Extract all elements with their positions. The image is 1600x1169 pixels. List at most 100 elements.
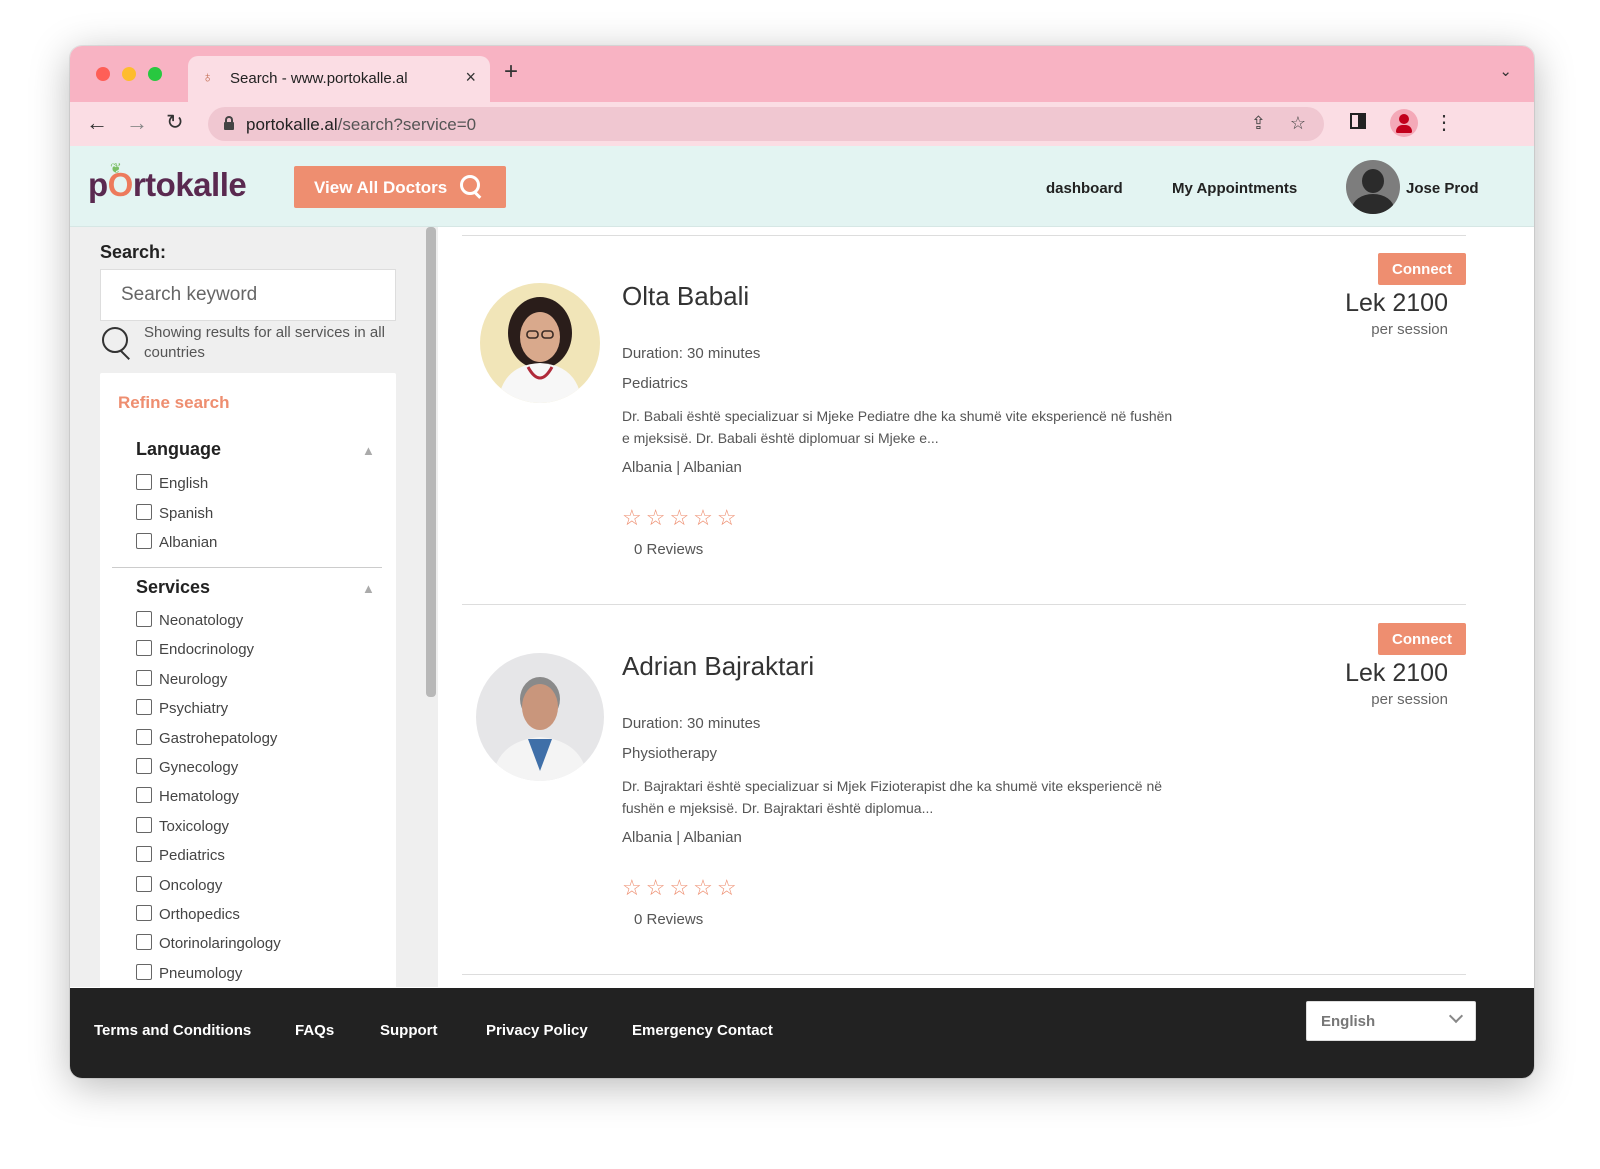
language-filter-title[interactable]: Language — [136, 439, 221, 460]
doctor-specialty: Physiotherapy — [622, 745, 718, 762]
doctor-name[interactable]: Olta Babali — [622, 281, 749, 312]
filter-divider — [112, 567, 382, 568]
share-icon[interactable]: ⇪ — [1251, 113, 1266, 134]
footer-link-terms[interactable]: Terms and Conditions — [94, 1022, 251, 1039]
checkbox[interactable] — [136, 934, 152, 951]
service-option[interactable]: Gynecology — [136, 758, 238, 782]
checkbox[interactable] — [136, 611, 152, 627]
minimize-window-button[interactable] — [122, 67, 136, 81]
tab-search-chevron-icon[interactable]: ⌄ — [1499, 62, 1512, 80]
refine-search-title: Refine search — [118, 393, 230, 412]
doctor-name[interactable]: Adrian Bajraktari — [622, 651, 814, 682]
chevron-down-icon — [1448, 1008, 1464, 1024]
service-option[interactable]: Psychiatry — [136, 699, 228, 723]
service-option[interactable]: Toxicology — [136, 816, 230, 841]
checkbox[interactable] — [136, 758, 152, 774]
reload-icon[interactable]: ↻ — [166, 110, 184, 136]
service-option[interactable]: Orthopedics — [136, 905, 240, 929]
checkbox[interactable] — [136, 474, 152, 490]
checkbox[interactable] — [136, 669, 152, 686]
language-option[interactable]: English — [136, 474, 208, 498]
footer-link-faqs[interactable]: FAQs — [295, 1022, 334, 1039]
language-select[interactable]: English — [1306, 1001, 1476, 1041]
checkbox[interactable] — [136, 905, 152, 921]
checkbox[interactable] — [136, 503, 152, 520]
back-arrow-icon[interactable]: ← — [86, 110, 108, 136]
reviews-count[interactable]: 0 Reviews — [634, 541, 703, 558]
reviews-count[interactable]: 0 Reviews — [634, 911, 703, 928]
service-option[interactable]: Gastrohepatology — [136, 728, 277, 753]
language-option[interactable]: Spanish — [136, 503, 213, 528]
connect-button[interactable]: Connect — [1378, 623, 1466, 655]
address-bar[interactable]: portokalle.al/search?service=0 ⇪ ☆ — [208, 107, 1324, 141]
user-name[interactable]: Jose Prod — [1406, 180, 1479, 197]
service-option-label: Neurology — [159, 670, 228, 688]
service-option-label: Hematology — [159, 788, 240, 806]
language-select-value: English — [1321, 1013, 1376, 1030]
service-option[interactable]: Pneumology — [136, 963, 242, 987]
language-option-label: English — [159, 475, 209, 492]
maximize-window-button[interactable] — [148, 67, 162, 81]
doctor-photo[interactable] — [480, 283, 600, 403]
close-window-button[interactable] — [96, 67, 110, 81]
magnifier-icon — [102, 327, 128, 353]
checkbox[interactable] — [136, 816, 152, 833]
close-tab-icon[interactable]: × — [465, 67, 476, 88]
browser-window: ♁ Search - www.portokalle.al × + ⌄ ← → ↻… — [70, 46, 1534, 1078]
user-avatar[interactable] — [1346, 160, 1400, 214]
service-option[interactable]: Oncology — [136, 875, 222, 900]
forward-arrow-icon[interactable]: → — [126, 110, 148, 136]
search-sidebar: Search: Showing results for all services… — [70, 227, 438, 987]
profile-icon[interactable] — [1390, 109, 1418, 137]
service-option[interactable]: Pediatrics — [136, 846, 225, 870]
checkbox[interactable] — [136, 787, 152, 804]
footer-link-support[interactable]: Support — [380, 1022, 438, 1039]
collapse-caret-icon[interactable]: ▲ — [362, 581, 375, 596]
rating-stars: ☆☆☆☆☆ — [622, 875, 741, 900]
service-option[interactable]: Hematology — [136, 787, 239, 811]
footer-link-emergency[interactable]: Emergency Contact — [632, 1022, 773, 1039]
language-option-label: Albanian — [159, 534, 218, 551]
doctor-duration: Duration: 30 minutes — [622, 715, 761, 732]
browser-tab[interactable]: ♁ Search - www.portokalle.al × — [188, 56, 490, 102]
checkbox[interactable] — [136, 533, 152, 549]
collapse-caret-icon[interactable]: ▲ — [362, 443, 375, 458]
doctor-price: Lek 2100 — [1345, 289, 1448, 317]
service-option[interactable]: Neurology — [136, 669, 228, 694]
checkbox[interactable] — [136, 846, 152, 863]
service-option[interactable]: Neonatology — [136, 611, 243, 635]
side-panel-icon[interactable] — [1350, 113, 1366, 129]
service-option-label: Otorinolaringology — [159, 935, 281, 953]
doctor-description: Dr. Babali është specializuar si Mjeke P… — [622, 408, 1173, 446]
doctor-photo[interactable] — [476, 653, 604, 781]
service-option[interactable]: Otorinolaringology — [136, 934, 281, 958]
checkbox[interactable] — [136, 728, 152, 745]
doctor-location: Albania | Albanian — [622, 829, 742, 846]
checkbox[interactable] — [136, 875, 152, 892]
service-option-label: Toxicology — [159, 817, 230, 835]
search-keyword-input[interactable] — [100, 269, 396, 321]
site-footer: Terms and Conditions FAQs Support Privac… — [70, 988, 1534, 1078]
results-summary: Showing results for all services in all … — [144, 324, 385, 361]
connect-button[interactable]: Connect — [1378, 253, 1466, 285]
view-all-doctors-button[interactable]: View All Doctors — [294, 166, 506, 208]
checkbox[interactable] — [136, 699, 152, 716]
checkbox[interactable] — [136, 963, 152, 980]
services-filter-title[interactable]: Services — [136, 577, 210, 598]
language-option[interactable]: Albanian — [136, 533, 217, 557]
favicon-icon: ♁ — [202, 69, 214, 86]
service-option-label: Gynecology — [159, 759, 239, 776]
nav-dashboard-link[interactable]: dashboard — [1046, 180, 1123, 197]
bookmark-star-icon[interactable]: ☆ — [1290, 113, 1306, 134]
checkbox[interactable] — [136, 640, 152, 657]
service-option[interactable]: Endocrinology — [136, 640, 254, 664]
search-icon — [460, 175, 480, 195]
browser-menu-icon[interactable]: ⋮ — [1434, 111, 1454, 135]
footer-link-privacy[interactable]: Privacy Policy — [486, 1022, 588, 1039]
tab-title: Search - www.portokalle.al — [230, 70, 408, 87]
sidebar-scrollbar[interactable] — [426, 227, 436, 697]
url-text: portokalle.al/search?service=0 — [246, 115, 477, 134]
nav-my-appointments-link[interactable]: My Appointments — [1172, 180, 1297, 197]
lock-icon — [224, 116, 234, 130]
new-tab-icon[interactable]: + — [504, 60, 518, 84]
